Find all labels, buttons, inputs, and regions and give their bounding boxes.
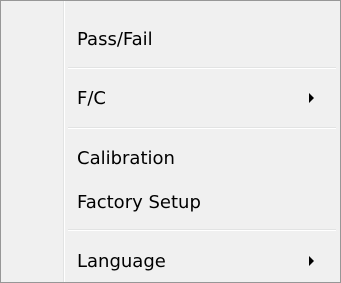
menu-item-factory-setup[interactable]: Factory Setup: [65, 184, 338, 220]
menu-item-label: Language: [77, 250, 166, 272]
menu-item-label: F/C: [77, 87, 106, 109]
menu-item-pass-fail[interactable]: Pass/Fail: [65, 21, 338, 57]
chevron-right-icon: [309, 93, 314, 103]
menu-item-f-c[interactable]: F/C: [65, 80, 338, 116]
menu-item-calibration[interactable]: Calibration: [65, 140, 338, 176]
menu-item-label: Calibration: [77, 147, 175, 169]
menu-separator: [68, 229, 336, 231]
icon-column-divider: [63, 1, 65, 282]
menu-item-label: Factory Setup: [77, 191, 201, 213]
context-menu: Pass/Fail F/C Calibration Factory Setup …: [0, 0, 341, 283]
menu-separator: [68, 127, 336, 129]
menu-item-label: Pass/Fail: [77, 28, 153, 50]
chevron-right-icon: [309, 256, 314, 266]
menu-separator: [68, 67, 336, 69]
menu-item-language[interactable]: Language: [65, 243, 338, 279]
